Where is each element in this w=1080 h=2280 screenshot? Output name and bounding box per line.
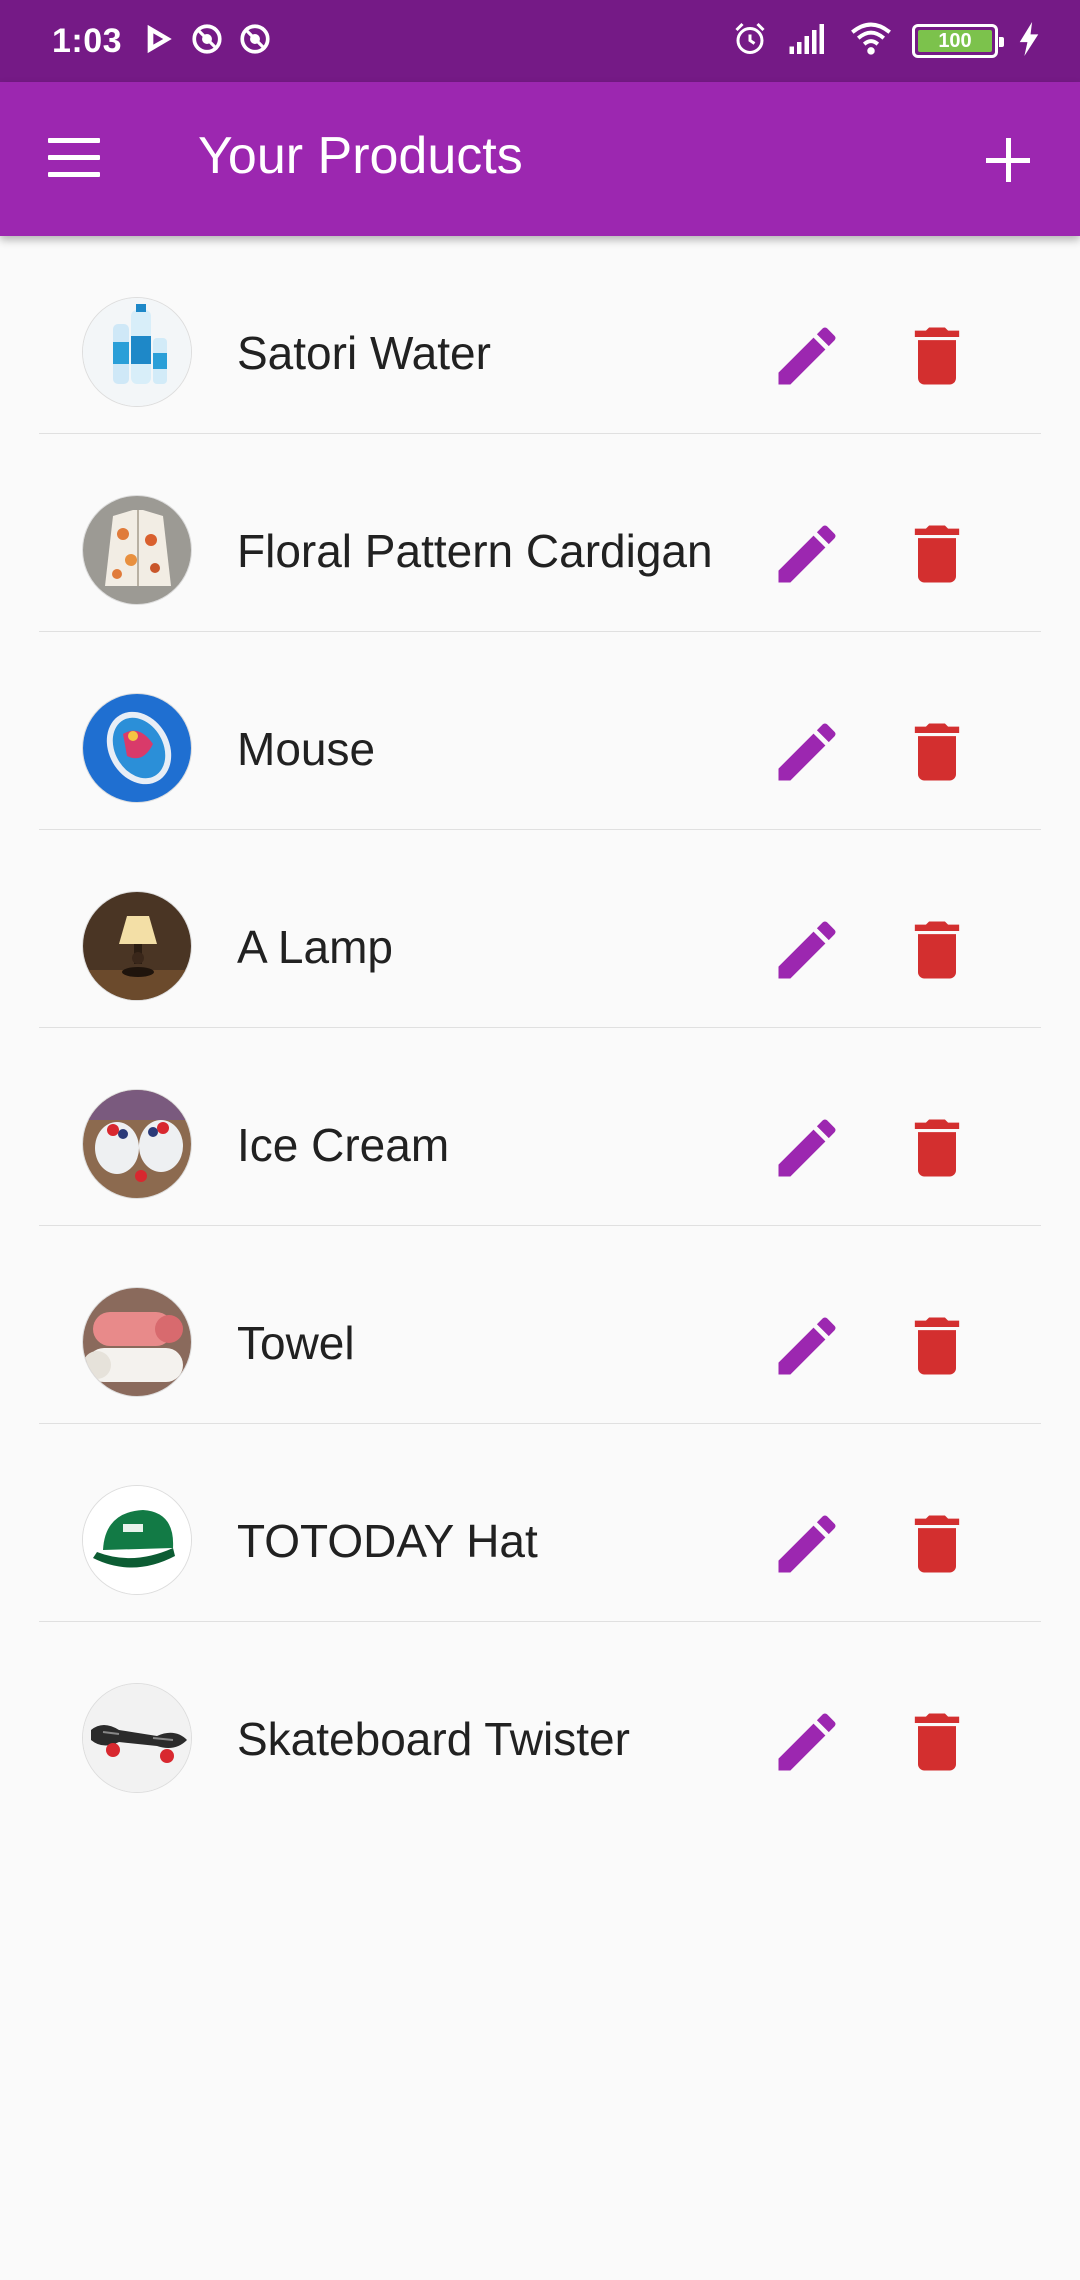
trash-icon [914,723,960,781]
trash-icon [914,1317,960,1375]
status-time: 1:03 [52,21,123,60]
trash-icon [914,1713,960,1771]
water-bottles-image [82,297,192,407]
product-title: Towel [237,1317,355,1369]
trash-icon [914,525,960,583]
delete-button[interactable] [899,516,975,592]
battery-icon: 100 [912,24,1004,58]
green-cap-image [82,1485,192,1595]
delete-button[interactable] [899,1308,975,1384]
list-item[interactable]: Floral Pattern Cardigan [39,434,1041,632]
edit-button[interactable] [769,714,845,790]
list-item[interactable]: A Lamp [39,830,1041,1028]
pencil-icon [778,525,836,583]
hamburger-menu-icon[interactable] [48,138,104,182]
product-title: Mouse [237,723,376,775]
status-bar: 1:03 100 [0,0,1080,82]
edit-button[interactable] [769,1506,845,1582]
page-title: Your Products [198,127,523,185]
product-list: Satori Water Floral Pattern Cardigan Mou… [0,236,1080,1820]
product-title: Floral Pattern Cardigan [237,525,713,577]
charging-icon [1018,21,1040,61]
computer-mouse-image [82,693,192,803]
product-title: TOTODAY Hat [237,1515,538,1567]
pencil-icon [778,1713,836,1771]
pencil-icon [778,1515,836,1573]
pencil-icon [778,723,836,781]
list-item[interactable]: Mouse [39,632,1041,830]
edit-button[interactable] [769,1704,845,1780]
edit-button[interactable] [769,912,845,988]
trash-icon [914,921,960,979]
alarm-icon [732,21,768,62]
notification-icon [238,22,272,61]
table-lamp-image [82,891,192,1001]
list-item[interactable]: Ice Cream [39,1028,1041,1226]
notification-icon [190,22,224,61]
trash-icon [914,1515,960,1573]
edit-button[interactable] [769,318,845,394]
trash-icon [914,327,960,385]
product-title: Ice Cream [237,1119,450,1171]
add-product-button[interactable] [978,130,1038,190]
cardigan-image [82,495,192,605]
pencil-icon [778,1119,836,1177]
battery-level: 100 [938,29,972,52]
skateboard-image [82,1683,192,1793]
list-item[interactable]: Skateboard Twister [39,1622,1041,1820]
product-title: A Lamp [237,921,393,973]
product-title: Skateboard Twister [237,1713,630,1765]
pencil-icon [778,327,836,385]
delete-button[interactable] [899,1110,975,1186]
delete-button[interactable] [899,1704,975,1780]
play-icon [142,22,176,61]
wifi-icon [850,22,892,61]
edit-button[interactable] [769,1308,845,1384]
app-bar: Your Products [0,82,1080,236]
list-item[interactable]: Towel [39,1226,1041,1424]
ice-cream-image [82,1089,192,1199]
towels-image [82,1287,192,1397]
list-item[interactable]: Satori Water [39,236,1041,434]
delete-button[interactable] [899,1506,975,1582]
delete-button[interactable] [899,318,975,394]
signal-icon [788,22,830,61]
delete-button[interactable] [899,714,975,790]
edit-button[interactable] [769,1110,845,1186]
edit-button[interactable] [769,516,845,592]
list-item[interactable]: TOTODAY Hat [39,1424,1041,1622]
delete-button[interactable] [899,912,975,988]
pencil-icon [778,1317,836,1375]
product-title: Satori Water [237,327,491,379]
trash-icon [914,1119,960,1177]
pencil-icon [778,921,836,979]
